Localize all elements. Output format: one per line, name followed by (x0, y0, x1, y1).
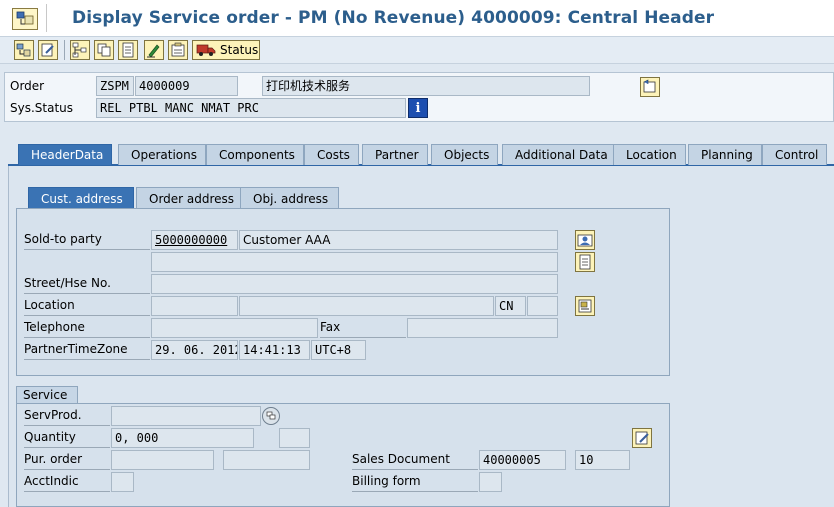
unit-field (279, 428, 310, 448)
edit-icon[interactable] (38, 40, 58, 60)
timezone-field: UTC+8 (311, 340, 366, 360)
fax-field (407, 318, 558, 338)
servprod-field (111, 406, 261, 426)
date-field: 29. 06. 2012 (151, 340, 238, 360)
person-icon[interactable] (575, 230, 595, 250)
window-title: Display Service order - PM (No Revenue) … (72, 8, 715, 28)
tab-costs[interactable]: Costs (304, 144, 359, 165)
sales-doc-item-field: 10 (575, 450, 630, 470)
city-field (239, 296, 494, 316)
address-details-icon[interactable] (575, 252, 595, 272)
quantity-field: 0, 000 (111, 428, 254, 448)
pur-order-field (111, 450, 214, 470)
truck-icon (196, 43, 216, 57)
document-icon[interactable] (118, 40, 138, 60)
menu-icon[interactable] (12, 8, 38, 30)
tab-partner[interactable]: Partner (362, 144, 428, 165)
tab-control[interactable]: Control (762, 144, 828, 165)
copy-icon[interactable] (94, 40, 114, 60)
street-field (151, 274, 558, 294)
toolbar-separator (64, 40, 65, 60)
acctindic-field (111, 472, 134, 492)
tab-components[interactable]: Components (206, 144, 304, 165)
map-icon[interactable] (575, 296, 595, 316)
tab-planning[interactable]: Planning (688, 144, 762, 165)
long-text-icon[interactable] (640, 77, 660, 97)
tab-operations[interactable]: Operations (118, 144, 206, 165)
servprod-label: ServProd. (24, 406, 110, 426)
telephone-field (151, 318, 318, 338)
sys-status-label: Sys.Status (10, 101, 74, 115)
task-list-icon[interactable] (168, 40, 188, 60)
tab-headerdata[interactable]: HeaderData (18, 144, 113, 165)
order-description-field[interactable]: 打印机技术服务 (262, 76, 590, 96)
status-button[interactable]: Status (192, 40, 260, 60)
location-label: Location (24, 296, 150, 316)
status-button-label: Status (220, 43, 259, 57)
subtab-obj-address[interactable]: Obj. address (240, 187, 340, 209)
sold-to-name-field: Customer AAA (239, 230, 558, 250)
acctindic-label: AcctIndic (24, 472, 110, 492)
hierarchy-icon[interactable] (70, 40, 90, 60)
tab-additional-data[interactable]: Additional Data (502, 144, 617, 165)
region-field (527, 296, 558, 316)
title-separator (46, 4, 47, 32)
street-label: Street/Hse No. (24, 274, 150, 294)
time-field: 14:41:13 (239, 340, 310, 360)
address-name2-field (151, 252, 558, 272)
service-group-title: Service (16, 386, 79, 403)
quantity-label: Quantity (24, 428, 110, 448)
order-type-field[interactable]: ZSPM (96, 76, 134, 96)
timezone-label: PartnerTimeZone (24, 340, 150, 360)
sales-doc-label: Sales Document (352, 450, 478, 470)
sold-to-number-field[interactable]: 5000000000 (151, 230, 238, 250)
tab-location[interactable]: Location (613, 144, 686, 165)
country-field: CN (495, 296, 526, 316)
pur-order-label: Pur. order (24, 450, 110, 470)
subtab-order-address[interactable]: Order address (136, 187, 246, 209)
sold-to-label: Sold-to party (24, 230, 150, 250)
fax-label: Fax (320, 318, 406, 338)
sales-doc-field: 40000005 (479, 450, 566, 470)
search-help-icon[interactable] (262, 407, 280, 425)
pur-order-date-field (223, 450, 310, 470)
edit-note-icon[interactable] (632, 428, 652, 448)
change-display-icon[interactable] (14, 40, 34, 60)
order-label: Order (10, 79, 45, 93)
subtab-cust-address[interactable]: Cust. address (28, 187, 134, 209)
tab-objects[interactable]: Objects (431, 144, 499, 165)
telephone-label: Telephone (24, 318, 150, 338)
billing-form-label: Billing form (352, 472, 478, 492)
billing-form-field (479, 472, 502, 492)
sys-status-field: REL PTBL MANC NMAT PRC (96, 98, 406, 118)
pen-icon[interactable] (144, 40, 164, 60)
info-icon[interactable]: i (408, 98, 428, 118)
postal-code-field (151, 296, 238, 316)
order-number-field[interactable]: 4000009 (135, 76, 238, 96)
